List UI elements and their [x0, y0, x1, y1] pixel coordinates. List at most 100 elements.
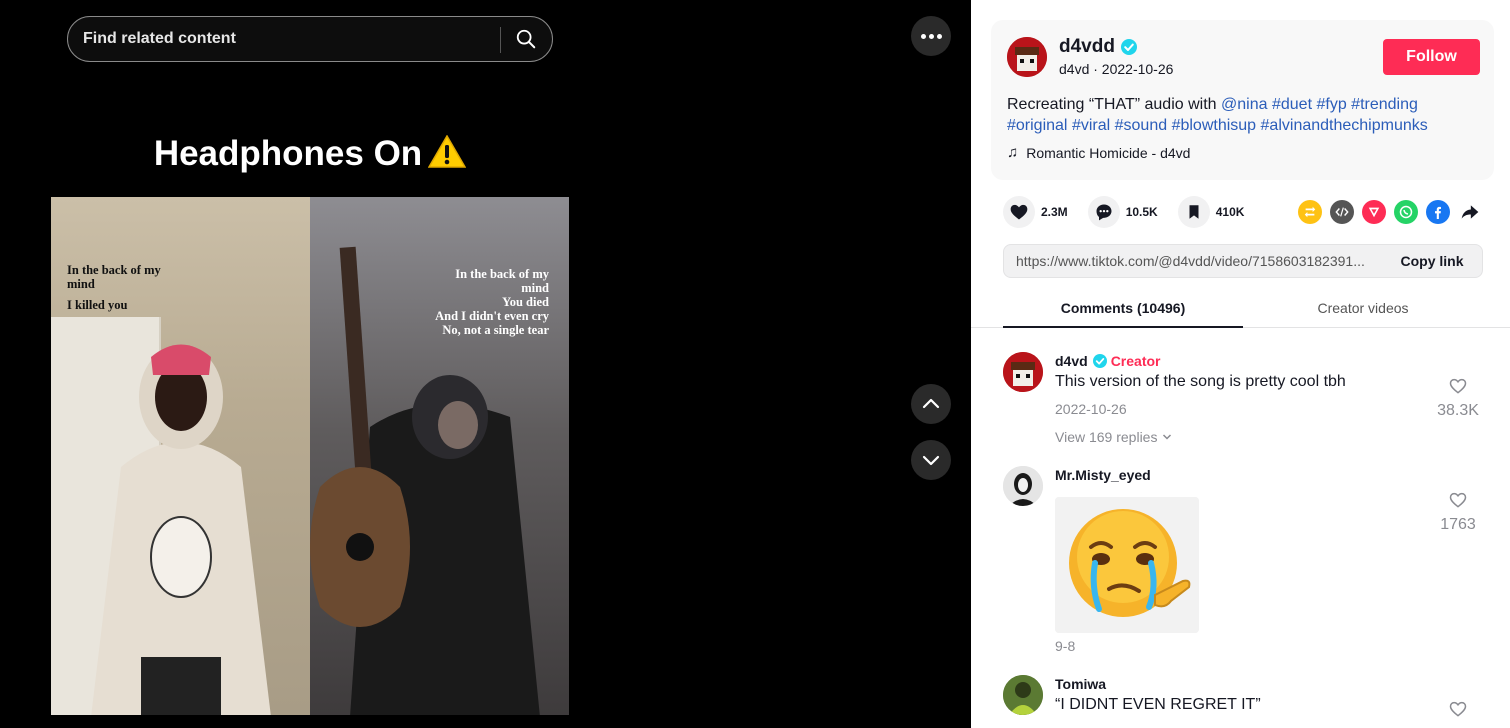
copy-link-box: https://www.tiktok.com/@d4vdd/video/7158…	[1003, 244, 1483, 278]
video-panel-left: In the back of my mind I killed you	[51, 197, 310, 715]
video-url[interactable]: https://www.tiktok.com/@d4vdd/video/7158…	[1016, 253, 1382, 269]
verified-icon	[1092, 354, 1107, 368]
search-button[interactable]	[508, 21, 544, 57]
crying-emoji-icon	[1055, 497, 1199, 633]
view-replies-button[interactable]: View 169 replies	[1055, 429, 1172, 445]
comment-like-button[interactable]	[1433, 699, 1483, 724]
avatar-image	[1003, 352, 1043, 392]
comment-username-text: d4vd	[1055, 353, 1088, 369]
more-options-button[interactable]	[911, 16, 951, 56]
comment-item: Tomiwa “I DIDNT EVEN REGRET IT”	[1003, 675, 1483, 728]
lyric-line: I killed you	[67, 298, 128, 312]
mention-link[interactable]: @nina	[1221, 96, 1268, 113]
save-count: 410K	[1215, 205, 1245, 219]
video-panel-right: In the back of my mind You died And I di…	[310, 197, 569, 715]
next-video-button[interactable]	[911, 440, 951, 480]
like-button[interactable]: 2.3M	[1003, 196, 1068, 228]
search-divider	[500, 27, 501, 53]
video-caption-text: Headphones On	[153, 134, 423, 173]
creator-badge: Creator	[1110, 353, 1161, 369]
app-root: Headphones On In the back of my mind I k…	[0, 0, 1510, 728]
lyric-line: No, not a single tear	[442, 323, 549, 337]
comment-item: Mr.Misty_eyed 9-8 1763	[1003, 466, 1483, 656]
comment-username[interactable]: d4vd Creator	[1055, 353, 1160, 369]
lyrics-left: In the back of my mind I killed you	[67, 263, 161, 312]
hashtag-link[interactable]: #blowthisup	[1172, 117, 1257, 134]
follow-button[interactable]: Follow	[1383, 39, 1480, 75]
music-link[interactable]: ♫ Romantic Homicide - d4vd	[1007, 144, 1190, 161]
person-hoodie-graphic	[91, 344, 271, 715]
comment-item: d4vd Creator This version of the song is…	[1003, 352, 1483, 452]
send-icon[interactable]	[1362, 200, 1386, 224]
lyric-line: In the back of my	[67, 263, 161, 277]
embed-icon[interactable]	[1330, 200, 1354, 224]
comment-like-button[interactable]: 38.3K	[1433, 376, 1483, 420]
more-icon	[920, 33, 926, 39]
save-button[interactable]: 410K	[1177, 196, 1245, 228]
like-count: 2.3M	[1041, 205, 1068, 219]
verified-icon	[1120, 39, 1137, 55]
comment-text: This version of the song is pretty cool …	[1055, 373, 1346, 390]
author-avatar[interactable]	[1007, 37, 1047, 77]
avatar-image	[1007, 37, 1047, 77]
description-card: d4vdd d4vd · 2022-10-26 Follow Recreatin…	[991, 20, 1494, 180]
copy-link-button[interactable]: Copy link	[1382, 245, 1482, 277]
facebook-icon[interactable]	[1426, 200, 1450, 224]
comment-username[interactable]: Mr.Misty_eyed	[1055, 467, 1151, 483]
share-icons	[1298, 200, 1490, 224]
hashtag-link[interactable]: #alvinandthechipmunks	[1261, 117, 1428, 134]
hashtag-link[interactable]: #trending	[1351, 96, 1418, 113]
chevron-down-icon	[1163, 434, 1172, 440]
tab-comments[interactable]: Comments (10496)	[1003, 288, 1243, 328]
heart-icon	[1003, 196, 1035, 228]
repost-icon[interactable]	[1298, 200, 1322, 224]
video-caption: Headphones On	[51, 134, 569, 174]
description-text: Recreating “THAT” audio with	[1007, 96, 1217, 113]
comment-sticker-image[interactable]	[1055, 497, 1199, 633]
avatar-image	[1003, 675, 1043, 715]
comment-username-text: Mr.Misty_eyed	[1055, 467, 1151, 483]
hashtag-link[interactable]: #sound	[1115, 117, 1168, 134]
avatar[interactable]	[1003, 352, 1043, 392]
lyric-line: mind	[67, 277, 95, 291]
comment-date: 2022-10-26	[1055, 401, 1127, 417]
comment-icon	[1087, 196, 1120, 228]
lyric-line: And I didn't even cry	[435, 309, 549, 323]
comment-like-button[interactable]: 1763	[1433, 490, 1483, 534]
comment-like-count: 1763	[1440, 516, 1476, 533]
engagement-stats: 2.3M 10.5K 410K	[1003, 196, 1264, 228]
video-player[interactable]: In the back of my mind I killed you In t…	[51, 197, 569, 715]
whatsapp-icon[interactable]	[1394, 200, 1418, 224]
warning-icon	[428, 135, 467, 168]
lyric-line: mind	[521, 281, 549, 295]
heart-outline-icon	[1449, 701, 1467, 717]
comment-username[interactable]: Tomiwa	[1055, 676, 1106, 692]
music-title: Romantic Homicide - d4vd	[1026, 144, 1191, 161]
video-area: Headphones On In the back of my mind I k…	[0, 0, 971, 728]
hashtag-link[interactable]: #fyp	[1316, 96, 1346, 113]
avatar[interactable]	[1003, 466, 1043, 506]
bookmark-icon	[1177, 196, 1210, 228]
avatar[interactable]	[1003, 675, 1043, 715]
chevron-up-icon	[922, 398, 940, 409]
music-note-icon: ♫	[1007, 144, 1019, 161]
side-panel: d4vdd d4vd · 2022-10-26 Follow Recreatin…	[971, 0, 1510, 728]
search-box	[67, 16, 553, 62]
post-description: Recreating “THAT” audio with @nina #duet…	[1007, 94, 1477, 136]
comment-button[interactable]: 10.5K	[1087, 196, 1158, 228]
comment-count: 10.5K	[1125, 205, 1158, 219]
hashtag-link[interactable]: #original	[1007, 117, 1067, 134]
author-name-text: d4vdd	[1059, 36, 1115, 57]
tab-creator-videos[interactable]: Creator videos	[1243, 288, 1483, 328]
hashtag-link[interactable]: #duet	[1272, 96, 1312, 113]
share-arrow-icon[interactable]	[1458, 200, 1482, 224]
author-name[interactable]: d4vdd	[1059, 36, 1137, 58]
previous-video-button[interactable]	[911, 384, 951, 424]
hashtag-link[interactable]: #viral	[1072, 117, 1110, 134]
comment-date: 9-8	[1055, 638, 1076, 654]
heart-outline-icon	[1449, 492, 1467, 508]
comment-like-count: 38.3K	[1437, 402, 1479, 419]
comment-text: “I DIDNT EVEN REGRET IT”	[1055, 696, 1261, 713]
author-handle-date: d4vd · 2022-10-26	[1059, 61, 1174, 77]
search-input[interactable]	[83, 17, 493, 61]
